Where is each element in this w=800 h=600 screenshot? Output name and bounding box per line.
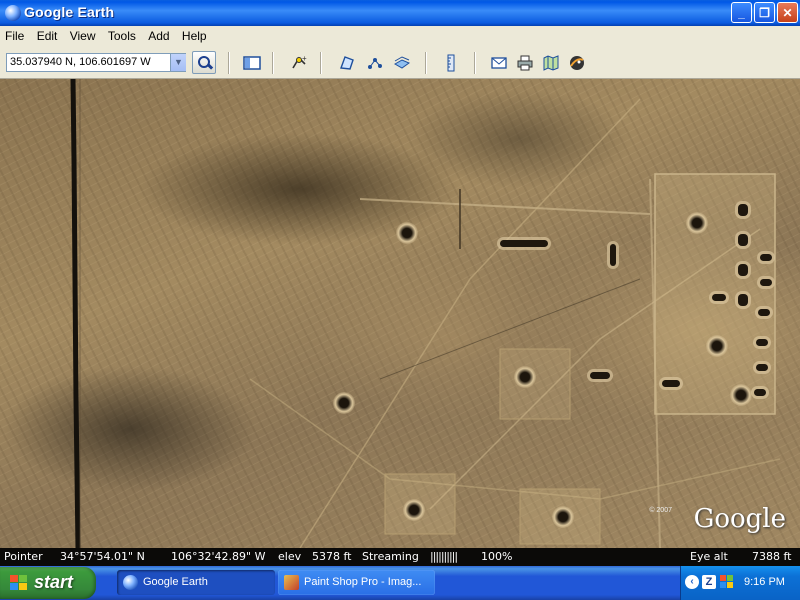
bunker	[662, 380, 680, 387]
toolbar-separator	[425, 52, 427, 74]
crater	[403, 499, 425, 521]
sidebar-icon[interactable]	[243, 54, 261, 72]
bunker	[758, 309, 770, 316]
sky-icon[interactable]	[568, 54, 586, 72]
polygon-icon[interactable]	[338, 54, 356, 72]
image-overlay-icon[interactable]	[393, 54, 411, 72]
security-center-icon[interactable]	[720, 575, 734, 589]
toolbar-separator	[228, 52, 230, 74]
menu-tools[interactable]: Tools	[103, 26, 140, 43]
menu-view[interactable]: View	[65, 26, 100, 43]
svg-text:+: +	[302, 54, 307, 63]
taskbar-item-label: Paint Shop Pro - Imag...	[304, 576, 422, 588]
pointer-label: Pointer	[4, 550, 43, 563]
toolbar-separator	[320, 52, 322, 74]
show-hidden-icons-button[interactable]: ‹	[685, 575, 699, 589]
crater	[552, 506, 574, 528]
placemark-icon[interactable]: +	[290, 54, 308, 72]
path-icon[interactable]	[366, 54, 384, 72]
elevation-label: elev	[278, 550, 302, 563]
zonealarm-icon[interactable]: Z	[702, 575, 716, 589]
fly-to-dropdown-button[interactable]: ▼	[170, 54, 186, 71]
bunker	[756, 364, 768, 371]
bunker	[738, 264, 748, 276]
google-earth-icon	[123, 575, 138, 590]
crater	[333, 392, 355, 414]
email-icon[interactable]	[490, 54, 508, 72]
taskbar-item-label: Google Earth	[143, 576, 208, 588]
toolbar: 35.037940 N, 106.601697 W ▼ +	[0, 46, 800, 79]
toolbar-separator	[272, 52, 274, 74]
menu-bar: File Edit View Tools Add Help	[0, 26, 800, 46]
bunker	[760, 279, 772, 286]
toolbar-separator	[474, 52, 476, 74]
bunker	[760, 254, 772, 261]
google-earth-icon	[5, 5, 21, 21]
streaming-label: Streaming	[362, 550, 419, 563]
crater	[396, 222, 418, 244]
start-button[interactable]: start	[0, 567, 96, 599]
close-button[interactable]: ✕	[777, 2, 798, 23]
google-logo: Google	[693, 504, 786, 534]
crater	[514, 366, 536, 388]
pointer-latitude: 34°57'54.01" N	[60, 550, 145, 563]
minimize-button[interactable]: _	[731, 2, 752, 23]
windows-logo-icon	[10, 575, 28, 592]
bunker	[738, 234, 748, 246]
search-button[interactable]	[192, 51, 216, 74]
bunker	[500, 240, 548, 247]
menu-file[interactable]: File	[0, 26, 28, 43]
bunker	[754, 389, 766, 396]
eye-alt-value: 7388 ft	[752, 550, 792, 563]
title-bar[interactable]: Google Earth _ ❐ ✕	[0, 0, 800, 26]
chevron-down-icon: ▼	[174, 57, 183, 67]
start-label: start	[34, 572, 74, 592]
system-tray: ‹ Z 9:16 PM	[680, 566, 800, 600]
menu-help[interactable]: Help	[177, 26, 211, 43]
bunker	[756, 339, 768, 346]
bunker	[590, 372, 610, 379]
eye-alt-label: Eye alt	[690, 550, 728, 563]
imagery-copyright: © 2007	[649, 507, 672, 514]
crater	[730, 384, 752, 406]
ruler-icon[interactable]	[442, 54, 460, 72]
maximize-button[interactable]: ❐	[754, 2, 775, 23]
elevation-value: 5378 ft	[312, 550, 352, 563]
streaming-percent: 100%	[481, 550, 513, 563]
crater	[686, 212, 708, 234]
pointer-longitude: 106°32'42.89" W	[171, 550, 266, 563]
bunker	[738, 294, 748, 306]
menu-edit[interactable]: Edit	[32, 26, 62, 43]
taskbar-item-paint-shop-pro[interactable]: Paint Shop Pro - Imag...	[278, 570, 435, 595]
bunker	[610, 244, 616, 266]
menu-add[interactable]: Add	[143, 26, 173, 43]
fly-to-input[interactable]: 35.037940 N, 106.601697 W	[6, 53, 186, 72]
terrain-features	[70, 79, 781, 548]
status-bar: Pointer 34°57'54.01" N 106°32'42.89" W e…	[0, 548, 800, 566]
taskbar-item-google-earth[interactable]: Google Earth	[117, 570, 275, 595]
window-title: Google Earth	[24, 4, 115, 20]
streaming-progress: ||||||||||	[430, 550, 458, 563]
earth-map-view[interactable]: © 2007 Google	[0, 79, 800, 548]
print-icon[interactable]	[516, 54, 534, 72]
paint-shop-pro-icon	[284, 575, 299, 590]
maps-icon[interactable]	[542, 54, 560, 72]
bunker	[738, 204, 748, 216]
bunker	[712, 294, 726, 301]
crater	[706, 335, 728, 357]
taskbar: start Google Earth Paint Shop Pro - Imag…	[0, 566, 800, 600]
clock: 9:16 PM	[744, 576, 785, 588]
